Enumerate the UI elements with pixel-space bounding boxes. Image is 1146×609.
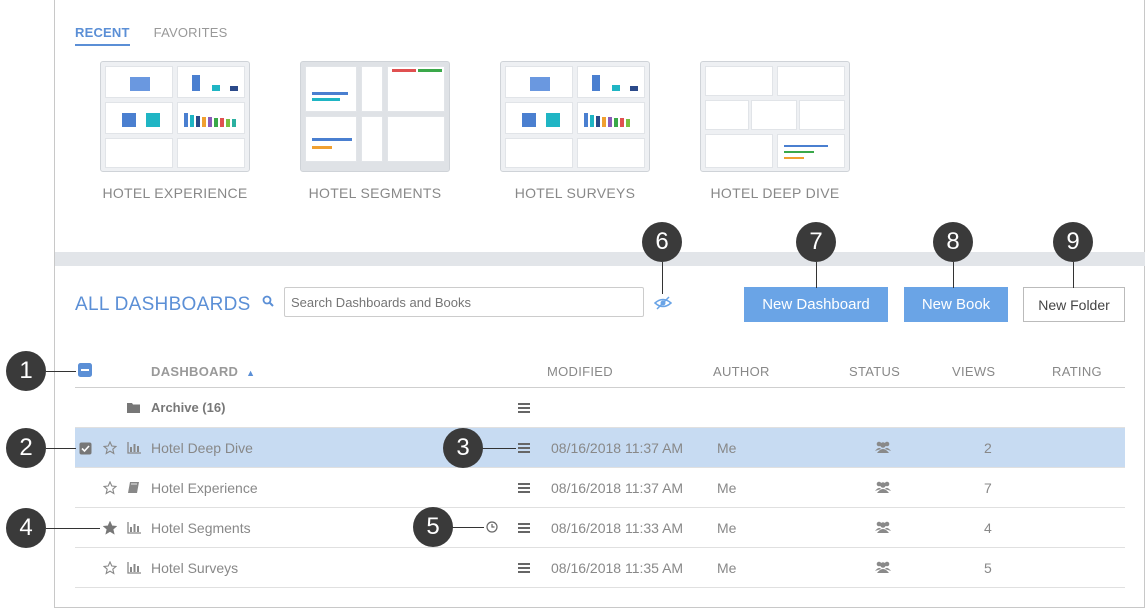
column-header-modified[interactable]: MODIFIED: [547, 364, 613, 379]
column-header-author[interactable]: AUTHOR: [713, 364, 770, 379]
favorite-star-icon[interactable]: [103, 481, 117, 495]
callout-2: 2: [6, 428, 46, 468]
favorite-star-icon[interactable]: [103, 561, 117, 575]
row-name[interactable]: Hotel Deep Dive: [151, 440, 253, 456]
row-menu-icon[interactable]: [518, 483, 530, 493]
tab-favorites[interactable]: FAVORITES: [154, 25, 228, 46]
row-views: 5: [984, 560, 992, 576]
row-menu-icon[interactable]: [518, 443, 530, 453]
shared-users-icon: [875, 441, 891, 453]
table-row[interactable]: Hotel Deep Dive 08/16/2018 11:37 AM Me 2: [75, 428, 1125, 468]
shared-users-icon: [875, 521, 891, 533]
favorite-star-icon[interactable]: [103, 441, 117, 455]
callout-8: 8: [933, 222, 973, 262]
callout-5: 5: [413, 507, 453, 547]
column-header-rating[interactable]: RATING: [1052, 364, 1102, 379]
callout-7: 7: [796, 222, 836, 262]
callout-4: 4: [6, 508, 46, 548]
card-title: HOTEL SEGMENTS: [308, 185, 442, 201]
search-input[interactable]: [284, 287, 644, 317]
tab-recent[interactable]: RECENT: [75, 25, 130, 46]
table-row[interactable]: Archive (16): [75, 388, 1125, 428]
recent-card-hotel-deep-dive[interactable]: HOTEL DEEP DIVE: [700, 61, 850, 201]
recent-card-hotel-surveys[interactable]: HOTEL SURVEYS: [500, 61, 650, 201]
callout-9: 9: [1053, 222, 1093, 262]
row-modified: 08/16/2018 11:35 AM: [551, 560, 684, 576]
thumbnail: [300, 61, 450, 172]
row-modified: 08/16/2018 11:37 AM: [551, 480, 684, 496]
thumbnail: [700, 61, 850, 172]
row-views: 7: [984, 480, 992, 496]
hide-eye-icon[interactable]: [654, 295, 672, 311]
callout-line: [662, 262, 663, 294]
dashboard-chart-icon: [127, 442, 141, 454]
table-row[interactable]: Hotel Experience 08/16/2018 11:37 AM Me …: [75, 468, 1125, 508]
all-dashboards-heading: ALL DASHBOARDS: [75, 294, 251, 315]
column-label: DASHBOARD: [151, 364, 239, 379]
sort-ascending-icon: ▲: [246, 368, 256, 378]
folder-icon: [127, 403, 140, 413]
column-header-views[interactable]: VIEWS: [952, 364, 995, 379]
new-folder-button[interactable]: New Folder: [1023, 287, 1125, 322]
callout-1: 1: [6, 351, 46, 391]
row-views: 2: [984, 440, 992, 456]
row-menu-icon[interactable]: [518, 523, 530, 533]
shared-users-icon: [875, 561, 891, 573]
callout-6: 6: [642, 222, 682, 262]
row-menu-icon[interactable]: [518, 563, 530, 573]
callout-line: [953, 262, 954, 288]
new-dashboard-button[interactable]: New Dashboard: [744, 287, 888, 322]
row-checkbox[interactable]: [79, 442, 92, 455]
column-header-dashboard[interactable]: DASHBOARD ▲: [151, 364, 255, 379]
callout-line: [452, 527, 484, 528]
callout-line: [46, 371, 76, 372]
card-title: HOTEL SURVEYS: [514, 185, 636, 201]
section-divider: [55, 252, 1145, 266]
callout-line: [46, 448, 76, 449]
table-row[interactable]: Hotel Surveys 08/16/2018 11:35 AM Me 5: [75, 548, 1125, 588]
row-modified: 08/16/2018 11:37 AM: [551, 440, 684, 456]
callout-line: [1073, 262, 1074, 288]
row-author: Me: [717, 520, 737, 536]
clock-icon: [486, 521, 498, 533]
select-all-checkbox[interactable]: [78, 363, 92, 377]
callout-3: 3: [443, 428, 483, 468]
callout-line: [816, 262, 817, 288]
callout-line: [482, 448, 516, 449]
callout-line: [46, 528, 100, 529]
table-row[interactable]: Hotel Segments 08/16/2018 11:33 AM Me 4: [75, 508, 1125, 548]
shared-users-icon: [875, 481, 891, 493]
row-name[interactable]: Hotel Surveys: [151, 560, 238, 576]
thumbnail: [500, 61, 650, 172]
row-menu-icon[interactable]: [518, 403, 530, 413]
dashboard-chart-icon: [127, 562, 141, 574]
thumbnail: [100, 61, 250, 172]
row-modified: 08/16/2018 11:33 AM: [551, 520, 684, 536]
row-name[interactable]: Archive (16): [151, 400, 225, 415]
tab-bar: RECENT FAVORITES: [75, 25, 227, 46]
row-name[interactable]: Hotel Experience: [151, 480, 258, 496]
card-title: HOTEL EXPERIENCE: [102, 185, 248, 201]
row-author: Me: [717, 560, 737, 576]
book-icon: [128, 482, 139, 493]
search-icon: [262, 295, 274, 307]
dashboard-chart-icon: [127, 522, 141, 534]
recent-card-hotel-segments[interactable]: HOTEL SEGMENTS: [300, 61, 450, 201]
favorite-star-filled-icon[interactable]: [103, 521, 117, 535]
new-book-button[interactable]: New Book: [904, 287, 1008, 322]
row-name[interactable]: Hotel Segments: [151, 520, 251, 536]
recent-card-hotel-experience[interactable]: HOTEL EXPERIENCE: [100, 61, 250, 201]
column-header-status[interactable]: STATUS: [849, 364, 900, 379]
row-author: Me: [717, 440, 737, 456]
row-author: Me: [717, 480, 737, 496]
card-title: HOTEL DEEP DIVE: [710, 185, 840, 201]
row-views: 4: [984, 520, 992, 536]
